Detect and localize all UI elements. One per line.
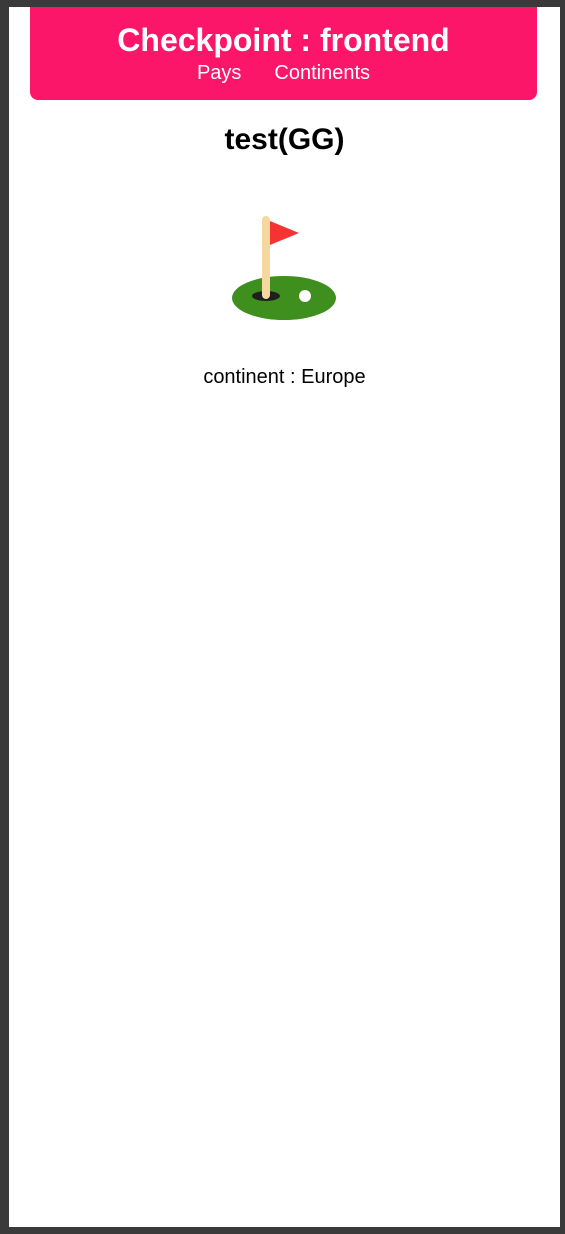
app-title: Checkpoint : frontend	[117, 22, 450, 58]
flag-cloth	[270, 221, 299, 245]
page-viewport: Checkpoint : frontend Pays Continents te…	[9, 7, 560, 1227]
flag-in-hole-icon	[224, 209, 344, 329]
nav-link-pays[interactable]: Pays	[197, 61, 241, 85]
app-header: Checkpoint : frontend Pays Continents	[30, 7, 537, 100]
continent-value: Europe	[301, 366, 366, 388]
golf-ball	[299, 290, 311, 302]
green-ellipse	[232, 276, 336, 320]
main-nav: Pays Continents	[30, 61, 537, 85]
flag-pole	[262, 216, 270, 299]
country-title: test(GG)	[224, 123, 345, 156]
nav-link-continents[interactable]: Continents	[274, 61, 370, 85]
continent-label: continent :	[203, 366, 296, 388]
flag-in-hole-svg	[232, 216, 336, 320]
continent-line: continent : Europe	[9, 365, 560, 389]
